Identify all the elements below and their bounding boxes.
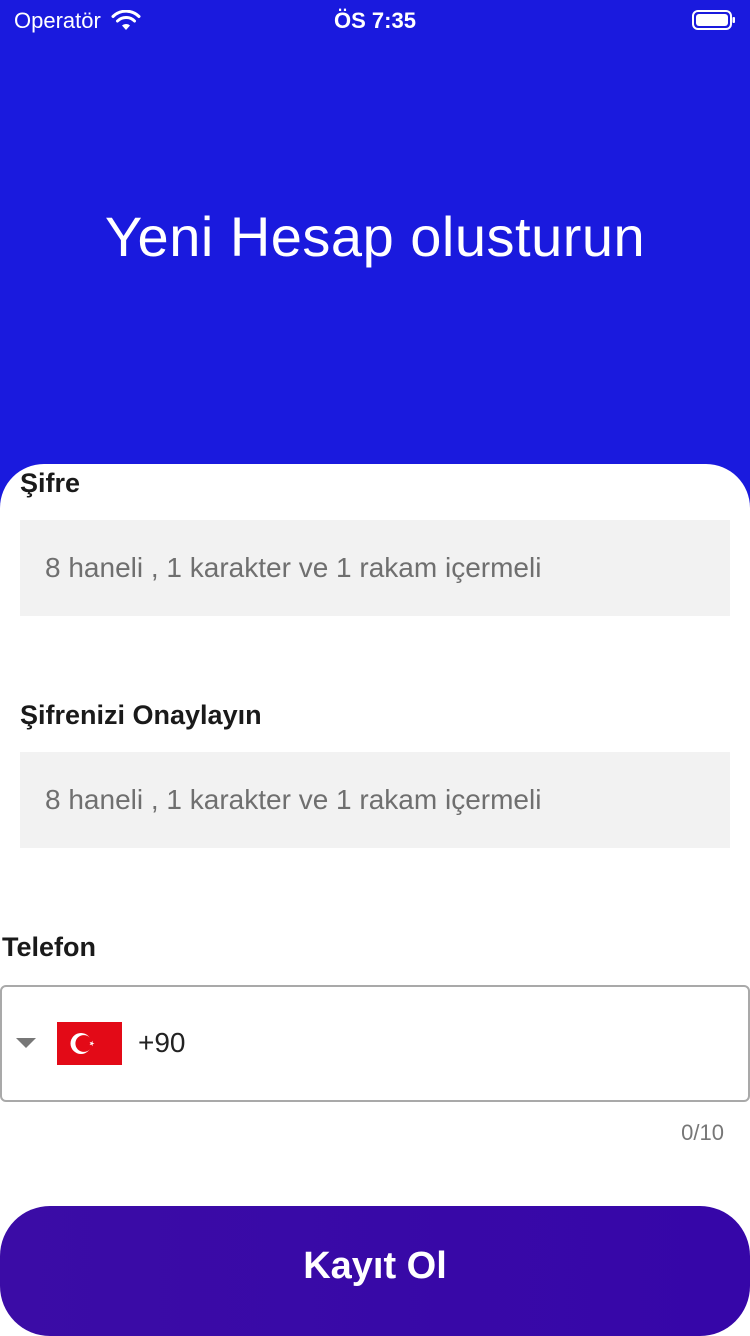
status-bar: Operatör ÖS 7:35 [0,0,750,44]
dial-code: +90 [138,1027,186,1058]
confirm-password-input[interactable] [20,752,730,848]
status-time: ÖS 7:35 [334,8,416,33]
turkey-flag-icon[interactable] [57,1022,122,1065]
phone-input[interactable] [202,1007,726,1085]
chevron-down-icon[interactable] [16,1038,36,1048]
confirm-password-label: Şifrenizi Onaylayın [20,700,262,730]
registration-form: Şifre Şifrenizi Onaylayın Telefon +90 0/… [0,464,750,1336]
password-input[interactable] [20,520,730,616]
phone-field: +90 [0,985,750,1102]
register-button[interactable]: Kayıt Ol [0,1206,750,1336]
battery-icon [692,10,735,30]
phone-character-counter: 0/10 [681,1120,724,1145]
phone-label: Telefon [2,932,96,962]
password-label: Şifre [20,468,81,498]
header-banner: Operatör ÖS 7:35 Yeni Hesap olusturun [0,0,750,520]
page-title: Yeni Hesap olusturun [104,205,646,268]
